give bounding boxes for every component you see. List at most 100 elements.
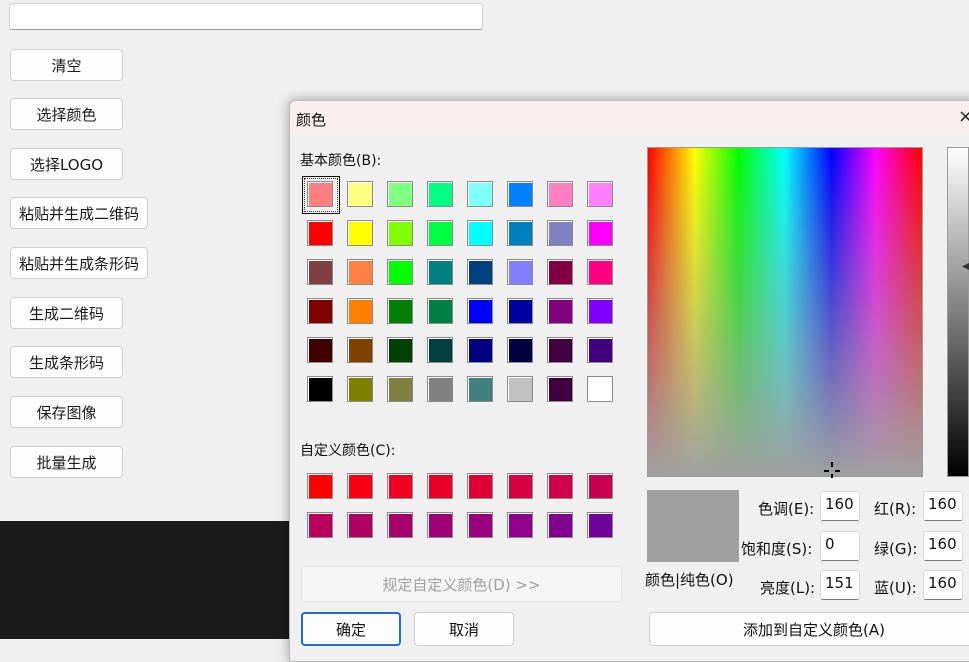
custom-color-swatch[interactable] [587, 512, 613, 538]
luminance-field[interactable]: 151 [820, 570, 860, 600]
green-field[interactable]: 160 [923, 531, 963, 561]
basic-color-swatch[interactable] [387, 337, 413, 363]
saturation-label: 饱和度(S): [741, 540, 813, 558]
custom-color-swatch[interactable] [347, 512, 373, 538]
custom-color-swatch[interactable] [547, 512, 573, 538]
basic-color-swatch[interactable] [547, 220, 573, 246]
basic-color-swatch[interactable] [467, 376, 493, 402]
basic-color-swatch[interactable] [427, 220, 453, 246]
crosshair-icon [824, 462, 840, 478]
basic-color-swatch[interactable] [587, 337, 613, 363]
basic-color-swatch[interactable] [467, 337, 493, 363]
preview-label: 颜色|纯色(O) [645, 571, 734, 589]
blue-label: 蓝(U): [874, 579, 917, 597]
custom-color-swatch[interactable] [307, 512, 333, 538]
basic-color-swatch[interactable] [307, 376, 333, 402]
basic-color-swatch[interactable] [507, 181, 533, 207]
custom-color-swatch[interactable] [387, 512, 413, 538]
saturation-field[interactable]: 0 [820, 531, 860, 561]
clear-button[interactable]: 清空 [10, 49, 123, 81]
basic-color-swatch[interactable] [347, 376, 373, 402]
content-input[interactable] [9, 3, 483, 30]
custom-color-swatch[interactable] [547, 473, 573, 499]
custom-color-swatch[interactable] [307, 473, 333, 499]
custom-color-swatch[interactable] [387, 473, 413, 499]
custom-color-swatch[interactable] [467, 512, 493, 538]
basic-color-swatch[interactable] [467, 181, 493, 207]
green-label: 绿(G): [874, 540, 918, 558]
basic-color-swatch[interactable] [467, 259, 493, 285]
basic-color-swatch[interactable] [347, 181, 373, 207]
basic-color-swatch[interactable] [547, 298, 573, 324]
basic-color-swatch[interactable] [307, 220, 333, 246]
luminance-arrow-icon[interactable]: ◀ [962, 261, 969, 272]
basic-color-swatch[interactable] [507, 376, 533, 402]
basic-color-swatch[interactable] [587, 298, 613, 324]
custom-color-swatch[interactable] [347, 473, 373, 499]
add-custom-color-button[interactable]: 添加到自定义颜色(A) [649, 612, 969, 646]
custom-color-swatch[interactable] [587, 473, 613, 499]
basic-color-swatch[interactable] [427, 376, 453, 402]
save-image-button[interactable]: 保存图像 [10, 396, 123, 428]
basic-color-swatch[interactable] [507, 259, 533, 285]
hue-label: 色调(E): [758, 500, 815, 518]
hue-field[interactable]: 160 [820, 491, 860, 521]
basic-color-swatch[interactable] [587, 376, 613, 402]
basic-color-swatch[interactable] [507, 298, 533, 324]
basic-color-swatch[interactable] [387, 220, 413, 246]
define-custom-colors-button[interactable]: 规定自定义颜色(D) >> [301, 566, 622, 602]
red-field[interactable]: 160 [923, 491, 963, 521]
basic-color-swatch[interactable] [587, 220, 613, 246]
basic-color-swatch[interactable] [347, 298, 373, 324]
basic-color-swatch[interactable] [427, 298, 453, 324]
dialog-title: 颜色 [296, 111, 327, 129]
basic-color-swatch[interactable] [347, 337, 373, 363]
luminance-label: 亮度(L): [760, 579, 816, 597]
generate-qr-button[interactable]: 生成二维码 [10, 297, 123, 329]
basic-color-swatch[interactable] [427, 337, 453, 363]
luminance-slider[interactable] [947, 147, 969, 477]
basic-color-swatch[interactable] [507, 220, 533, 246]
choose-color-button[interactable]: 选择颜色 [10, 98, 123, 130]
basic-color-swatch[interactable] [307, 259, 333, 285]
basic-color-swatch[interactable] [387, 181, 413, 207]
close-icon[interactable]: × [958, 106, 969, 127]
basic-color-swatch[interactable] [547, 337, 573, 363]
selected-swatch-frame [302, 176, 340, 214]
basic-color-swatch[interactable] [467, 298, 493, 324]
basic-color-swatch[interactable] [387, 298, 413, 324]
basic-color-swatch[interactable] [587, 181, 613, 207]
paste-generate-barcode-button[interactable]: 粘贴并生成条形码 [10, 247, 148, 279]
basic-color-swatch[interactable] [587, 259, 613, 285]
basic-color-swatch[interactable] [427, 259, 453, 285]
ok-button[interactable]: 确定 [301, 612, 401, 646]
basic-color-swatch[interactable] [507, 337, 533, 363]
basic-color-swatch[interactable] [547, 376, 573, 402]
basic-color-swatch[interactable] [307, 298, 333, 324]
basic-color-swatch[interactable] [547, 181, 573, 207]
basic-color-swatch[interactable] [467, 220, 493, 246]
basic-color-swatch[interactable] [427, 181, 453, 207]
basic-color-swatch[interactable] [387, 259, 413, 285]
cancel-button[interactable]: 取消 [414, 612, 514, 646]
paste-generate-qr-button[interactable]: 粘贴并生成二维码 [10, 197, 148, 229]
basic-color-swatch[interactable] [387, 376, 413, 402]
color-preview [647, 490, 739, 562]
custom-color-swatch[interactable] [427, 512, 453, 538]
basic-colors-label: 基本颜色(B): [300, 153, 382, 169]
choose-logo-button[interactable]: 选择LOGO [10, 148, 123, 180]
basic-color-swatch[interactable] [547, 259, 573, 285]
basic-color-swatch[interactable] [307, 337, 333, 363]
generate-barcode-button[interactable]: 生成条形码 [10, 346, 123, 378]
basic-color-swatch[interactable] [347, 259, 373, 285]
custom-color-swatch[interactable] [507, 512, 533, 538]
custom-color-swatch[interactable] [427, 473, 453, 499]
dialog-titlebar: 颜色 × [290, 101, 969, 135]
blue-field[interactable]: 160 [923, 570, 963, 600]
custom-color-swatch[interactable] [507, 473, 533, 499]
red-label: 红(R): [874, 500, 917, 518]
color-spectrum[interactable] [647, 147, 923, 477]
batch-generate-button[interactable]: 批量生成 [10, 446, 123, 478]
custom-color-swatch[interactable] [467, 473, 493, 499]
basic-color-swatch[interactable] [347, 220, 373, 246]
